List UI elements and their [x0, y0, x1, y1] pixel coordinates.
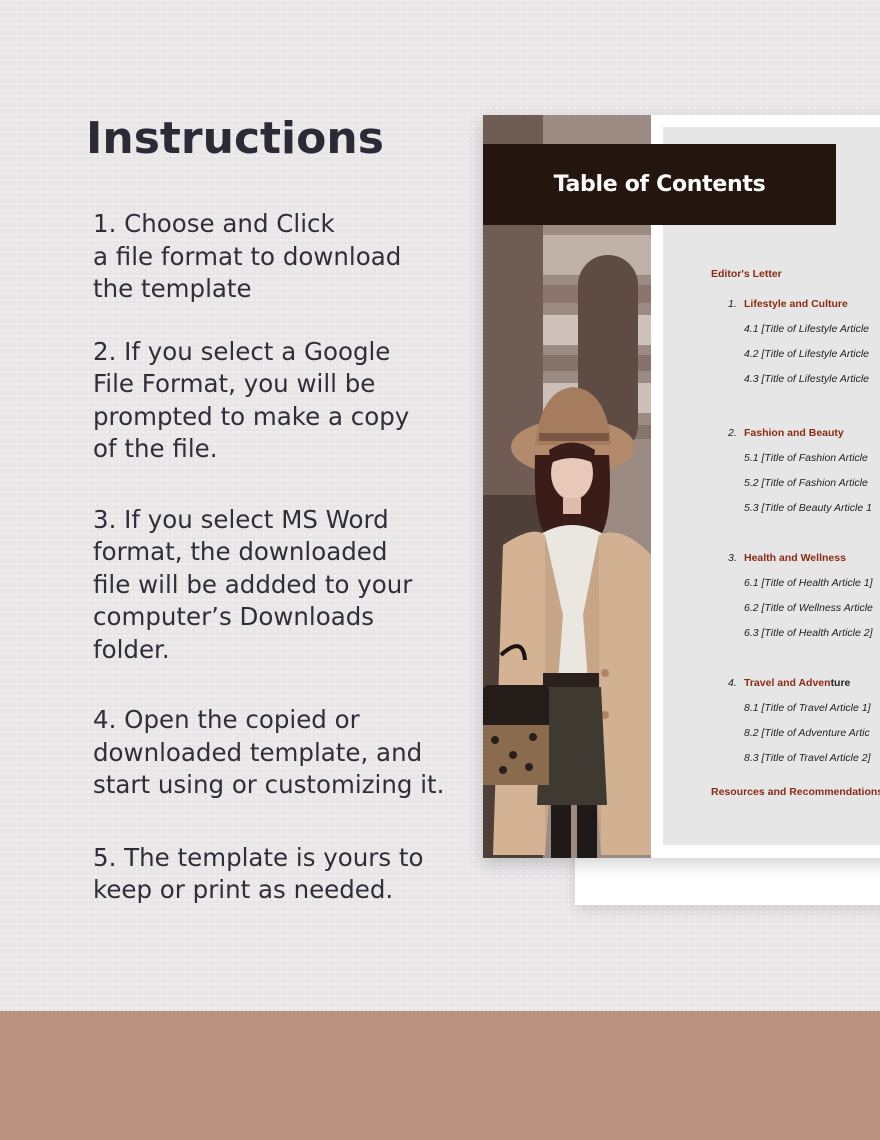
toc-section-title-end: ture: [830, 677, 851, 689]
template-preview-page: Table of Contents Editor's Letter 1. Life…: [483, 115, 880, 858]
toc-section: 2. Fashion and Beauty: [728, 427, 844, 439]
toc-section-title: Health and Wellness: [744, 552, 846, 564]
step-4: 4. Open the copied or downloaded templat…: [93, 705, 445, 799]
toc-section-title: Fashion and Beauty: [744, 427, 844, 439]
toc-item: 5.2 [Title of Fashion Article: [744, 477, 868, 489]
toc-section-title: Travel and Adven: [744, 677, 831, 689]
toc-item: 5.1 [Title of Fashion Article: [744, 452, 868, 464]
toc-item: 8.2 [Title of Adventure Artic: [744, 727, 870, 739]
toc-item: 5.3 [Title of Beauty Article 1: [744, 502, 872, 514]
step-2: 2. If you select a Google File Format, y…: [93, 336, 410, 464]
toc-item: 6.3 [Title of Health Article 2]: [744, 627, 873, 639]
cover-photo: [483, 115, 651, 858]
toc-item: 8.3 [Title of Travel Article 2]: [744, 752, 871, 764]
toc-title-bar: Table of Contents: [483, 144, 836, 225]
step-3: 3. If you select MS Word format, the dow…: [93, 504, 413, 664]
toc-item: 4.1 [Title of Lifestyle Article: [744, 323, 869, 335]
footer-band: [0, 1011, 880, 1140]
instructions-steps: 1. Choose and Click a file format to dow…: [93, 208, 463, 937]
instructions-heading: Instructions: [86, 113, 384, 164]
toc-title: Table of Contents: [553, 172, 766, 197]
toc-item: 8.1 [Title of Travel Article 1]: [744, 702, 871, 714]
toc-section-number: 3.: [728, 552, 737, 564]
toc-item: 6.2 [Title of Wellness Article: [744, 602, 873, 614]
toc-section: 1. Lifestyle and Culture: [728, 298, 848, 310]
toc-section: 3. Health and Wellness: [728, 552, 846, 564]
toc-item: 4.3 [Title of Lifestyle Article: [744, 373, 869, 385]
step-5: 5. The template is yours to keep or prin…: [93, 842, 424, 905]
woman-in-coat-illustration: [483, 115, 651, 858]
toc-section-number: 1.: [728, 298, 737, 310]
toc-section: 4. Travel and Adventure: [728, 677, 850, 689]
toc-item: 4.2 [Title of Lifestyle Article: [744, 348, 869, 360]
toc-editors-letter: Editor's Letter: [711, 268, 782, 280]
toc-resources: Resources and Recommendations: [711, 786, 880, 798]
toc-section-number: 4.: [728, 677, 737, 689]
toc-section-number: 2.: [728, 427, 737, 439]
toc-section-title: Lifestyle and Culture: [744, 298, 848, 310]
toc-item: 6.1 [Title of Health Article 1]: [744, 577, 873, 589]
step-1: 1. Choose and Click a file format to dow…: [93, 209, 402, 303]
